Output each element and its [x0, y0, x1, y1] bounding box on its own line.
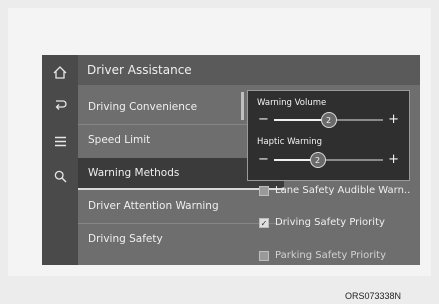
- minus-icon[interactable]: −: [258, 112, 269, 128]
- menu-item-label: Driving Safety: [88, 233, 163, 245]
- haptic-warning-slider[interactable]: − 2 +: [256, 152, 401, 168]
- page-title: Driver Assistance: [87, 63, 192, 77]
- warning-volume-label: Warning Volume: [257, 98, 327, 108]
- menu-item-driving-safety[interactable]: Driving Safety: [78, 224, 284, 254]
- menu-item-label: Driver Attention Warning: [88, 200, 219, 212]
- warning-settings-popup: Warning Volume − 2 + Haptic Warning − 2 …: [247, 90, 410, 181]
- search-icon[interactable]: [51, 167, 69, 185]
- menu-item-label: Warning Methods: [88, 167, 180, 179]
- screen-header: Driver Assistance: [78, 55, 420, 85]
- icon-rail: [42, 55, 78, 265]
- infotainment-screen: Driver Assistance Driving Convenience Sp…: [42, 55, 420, 265]
- option-label: Driving Safety Priority: [275, 217, 385, 228]
- home-icon[interactable]: [51, 63, 69, 81]
- slider-knob[interactable]: 2: [320, 112, 337, 128]
- checkbox[interactable]: [259, 186, 269, 196]
- back-icon[interactable]: [51, 96, 69, 114]
- slider-track: 2: [274, 112, 383, 128]
- option-label: Parking Safety Priority: [275, 250, 387, 261]
- warning-volume-slider[interactable]: − 2 +: [256, 112, 401, 128]
- menu-item-label: Speed Limit: [88, 134, 151, 146]
- minus-icon[interactable]: −: [258, 152, 269, 168]
- slider-knob[interactable]: 2: [309, 152, 326, 168]
- plus-icon[interactable]: +: [388, 152, 399, 168]
- menu-item-driver-attention-warning[interactable]: Driver Attention Warning: [78, 191, 284, 221]
- checkbox[interactable]: [259, 251, 269, 261]
- slider-track: 2: [274, 152, 383, 168]
- scrollbar[interactable]: [241, 92, 244, 120]
- checkbox-checked[interactable]: ✓: [259, 218, 269, 228]
- menu-icon[interactable]: [51, 132, 69, 150]
- haptic-warning-label: Haptic Warning: [257, 137, 323, 147]
- image-code: ORS073338N: [345, 291, 402, 301]
- menu-item-label: Driving Convenience: [88, 101, 198, 113]
- plus-icon[interactable]: +: [388, 112, 399, 128]
- option-label: Lane Safety Audible Warn..: [275, 185, 411, 196]
